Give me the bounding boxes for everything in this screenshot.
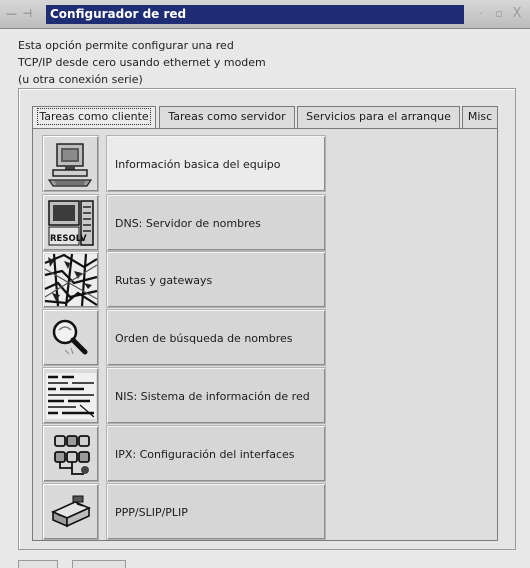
task-row: Orden de búsqueda de nombres: [42, 309, 326, 366]
resolv-server-icon: RESOLV: [47, 199, 94, 246]
description-line: TCP/IP desde cero usando ethernet y mode…: [18, 56, 266, 69]
resolv-label: RESOLV: [50, 234, 87, 244]
tab-label: Misc: [467, 110, 493, 123]
bottom-button-row: [18, 560, 126, 568]
task-button[interactable]: DNS: Servidor de nombres: [106, 194, 326, 251]
tab-server-tasks[interactable]: Tareas como servidor: [159, 106, 295, 128]
network-configurator-window: — ⊣ Configurador de red · ▫ X Esta opció…: [0, 0, 530, 568]
modem-icon: [50, 495, 91, 527]
task-row: Información basica del equipo: [42, 135, 326, 192]
close-button[interactable]: X: [510, 7, 524, 21]
window-menu-icon[interactable]: — ⊣: [6, 7, 40, 21]
task-row: IPX: Configuración del interfaces: [42, 425, 326, 482]
task-icon-button[interactable]: RESOLV: [42, 194, 99, 251]
task-button[interactable]: Orden de búsqueda de nombres: [106, 309, 326, 366]
tab-label: Tareas como cliente: [37, 108, 151, 125]
task-icon-button[interactable]: [42, 251, 99, 308]
task-row: Rutas y gateways: [42, 251, 326, 308]
task-row: NIS: Sistema de información de red: [42, 367, 326, 424]
task-button[interactable]: NIS: Sistema de información de red: [106, 367, 326, 424]
task-button[interactable]: PPP/SLIP/PLIP: [106, 483, 326, 540]
task-icon-button[interactable]: [42, 367, 99, 424]
task-button[interactable]: Rutas y gateways: [106, 251, 326, 308]
bottom-button[interactable]: [72, 560, 126, 568]
description-line: (u otra conexión serie): [18, 73, 143, 86]
task-icon-button[interactable]: [42, 483, 99, 540]
magnifier-icon: [52, 319, 87, 354]
task-row: RESOLV DNS: Servidor de nombres: [42, 194, 326, 251]
task-button[interactable]: IPX: Configuración del interfaces: [106, 425, 326, 482]
task-row: PPP/SLIP/PLIP: [42, 483, 326, 540]
nis-document-icon: [45, 372, 96, 419]
ipx-network-icon: [53, 434, 90, 475]
tab-client-tasks[interactable]: Tareas como cliente: [32, 106, 156, 129]
tab-label: Tareas como servidor: [168, 110, 286, 123]
task-button[interactable]: Información basica del equipo: [106, 135, 326, 192]
tab-boot-services[interactable]: Servicios para el arranque: [297, 106, 460, 128]
maximize-button[interactable]: ▫: [492, 7, 506, 21]
computer-icon: [47, 142, 92, 187]
tab-bar: Tareas como cliente Tareas como servidor…: [32, 106, 498, 129]
description-text: Esta opción permite configurar una red T…: [18, 37, 438, 88]
window-title: Configurador de red: [46, 5, 464, 24]
task-icon-button[interactable]: [42, 309, 99, 366]
tab-misc[interactable]: Misc: [462, 106, 498, 128]
minimize-button[interactable]: ·: [474, 7, 488, 21]
title-bar[interactable]: — ⊣ Configurador de red · ▫ X: [0, 0, 530, 29]
description-line: Esta opción permite configurar una red: [18, 39, 234, 52]
route-map-icon: [44, 253, 98, 306]
tab-label: Servicios para el arranque: [306, 110, 451, 123]
task-icon-button[interactable]: [42, 425, 99, 482]
bottom-button[interactable]: [18, 560, 58, 568]
task-icon-button[interactable]: [42, 135, 99, 192]
